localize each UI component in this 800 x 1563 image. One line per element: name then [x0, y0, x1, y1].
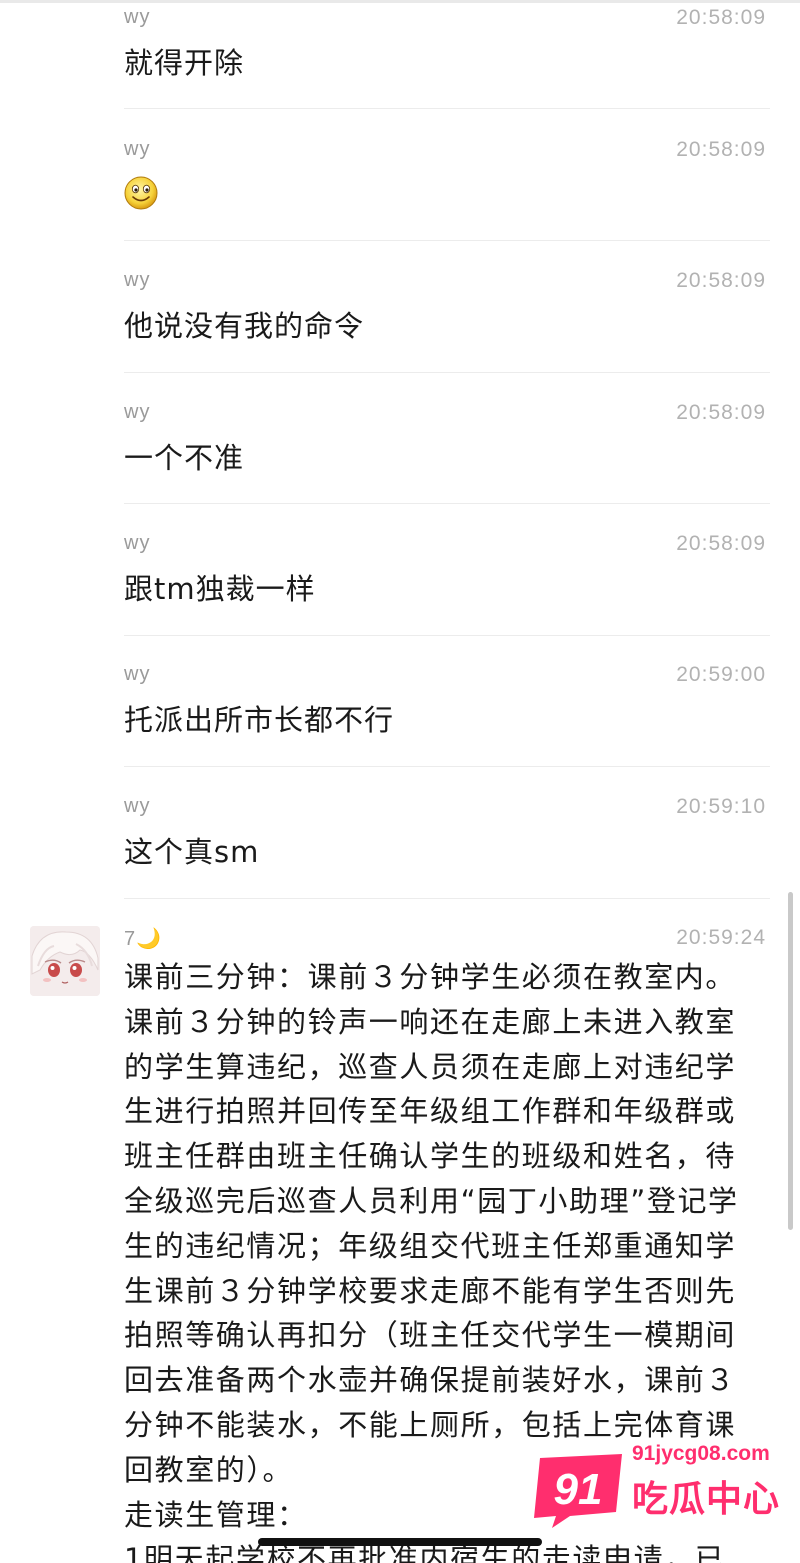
- message-time: 20:59:00: [676, 663, 766, 686]
- message-time: 20:58:09: [676, 401, 766, 424]
- message-time: 20:59:24: [676, 926, 766, 949]
- message-time: 20:58:09: [676, 138, 766, 161]
- divider: [124, 108, 770, 109]
- message-time: 20:58:09: [676, 6, 766, 29]
- home-indicator[interactable]: [258, 1538, 542, 1546]
- watermark-domain: 91jycg08.com: [632, 1442, 770, 1465]
- message-time: 20:58:09: [676, 532, 766, 555]
- avatar[interactable]: [30, 926, 100, 996]
- smiley-emoji-icon: [124, 176, 158, 210]
- divider: [124, 635, 770, 636]
- message-sender: wy: [124, 532, 151, 554]
- message-text: 跟tm独裁一样: [124, 572, 316, 606]
- top-edge: [0, 0, 800, 3]
- message-sender: wy: [124, 269, 151, 291]
- scrollbar[interactable]: [788, 892, 793, 1230]
- message-time: 20:58:09: [676, 269, 766, 292]
- message-sender: wy: [124, 6, 151, 28]
- message-sender: wy: [124, 795, 151, 817]
- message-text: 这个真sm: [124, 835, 260, 869]
- anime-avatar-icon: [30, 926, 100, 996]
- divider: [124, 240, 770, 241]
- divider: [124, 503, 770, 504]
- divider: [124, 372, 770, 373]
- message-text: 一个不准: [124, 441, 245, 475]
- message-time: 20:59:10: [676, 795, 766, 818]
- chat-history-screen: wy 20:58:09 就得开除 wy 20:58:09 wy 20:58:09…: [0, 0, 800, 1563]
- message-sender: wy: [124, 401, 151, 423]
- message-text: 他说没有我的命令: [124, 309, 365, 343]
- svg-text:91: 91: [554, 1465, 603, 1514]
- watermark-logo: 91: [534, 1454, 622, 1528]
- message-sender: 7🌙: [124, 928, 163, 950]
- message-text: 托派出所市长都不行: [124, 703, 395, 737]
- message-sender: wy: [124, 138, 151, 160]
- divider: [124, 766, 770, 767]
- watermark-title: 吃瓜中心: [632, 1479, 781, 1520]
- message-text: 就得开除: [124, 46, 245, 80]
- divider: [124, 898, 770, 899]
- message-sender: wy: [124, 663, 151, 685]
